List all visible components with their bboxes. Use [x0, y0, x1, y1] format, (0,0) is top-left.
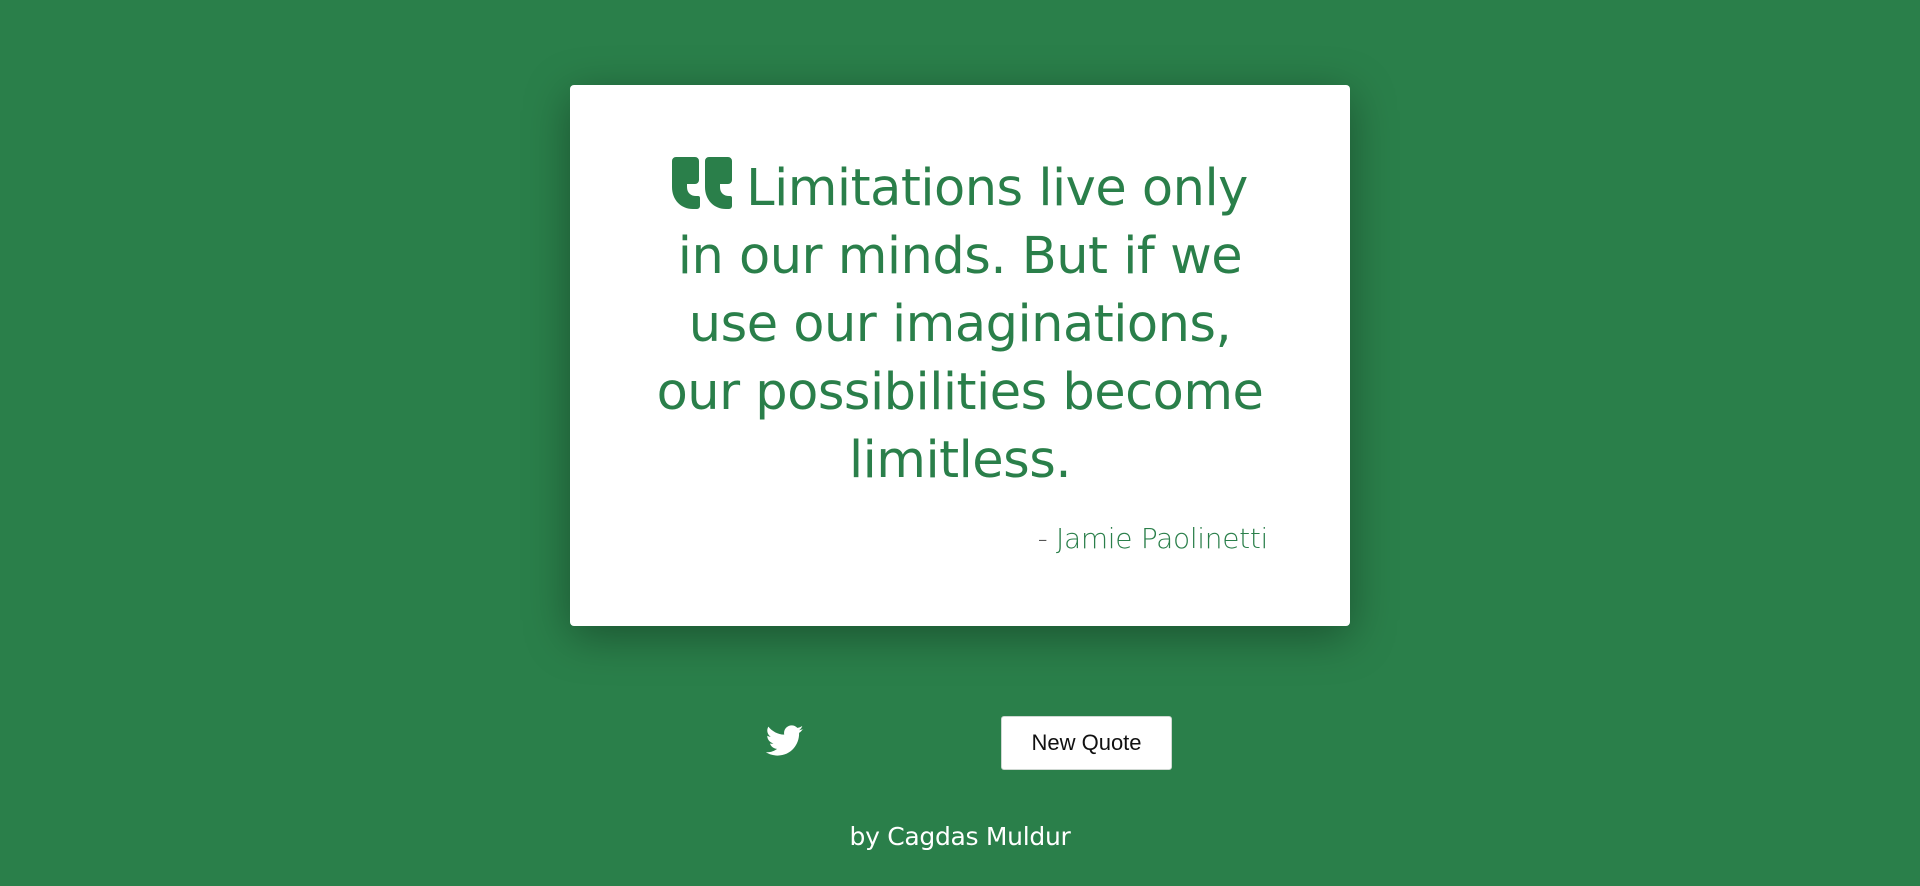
actions-bar: New Quote [0, 716, 1920, 770]
quote-text-block: Limitations live only in our minds. But … [652, 155, 1268, 495]
footer-credit: by Cagdas Muldur [849, 822, 1071, 851]
quote-card: Limitations live only in our minds. But … [570, 85, 1350, 626]
twitter-icon [765, 724, 804, 762]
tweet-button[interactable] [764, 724, 806, 762]
page: { "colors": { "background": "#2a7f4a", "… [0, 0, 1920, 886]
quote-text: Limitations live only in our minds. But … [656, 159, 1264, 490]
author-name: Jamie Paolinetti [1056, 522, 1268, 555]
quote-author: - Jamie Paolinetti [1037, 522, 1269, 555]
new-quote-button[interactable]: New Quote [1001, 716, 1172, 770]
quote-left-icon [672, 157, 733, 209]
author-prefix: - [1037, 522, 1048, 555]
